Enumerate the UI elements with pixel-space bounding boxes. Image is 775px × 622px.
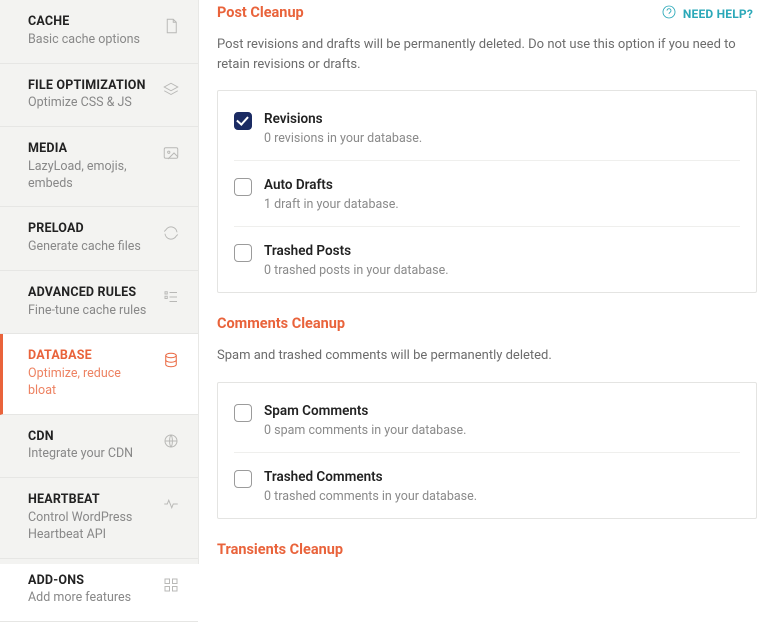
row-label: Auto Drafts	[264, 177, 399, 193]
row-spam-comments: Spam Comments 0 spam comments in your da…	[234, 387, 740, 453]
sidebar-item-cdn[interactable]: CDN Integrate your CDN	[0, 415, 198, 479]
checkbox-spam-comments[interactable]	[234, 404, 252, 422]
grid-icon	[162, 576, 180, 594]
row-sub: 0 trashed comments in your database.	[264, 489, 477, 504]
sidebar-item-media[interactable]: MEDIA LazyLoad, emojis, embeds	[0, 127, 198, 207]
sidebar-item-title: MEDIA	[28, 141, 154, 157]
sidebar-item-title: ADVANCED RULES	[28, 285, 154, 301]
globe-icon	[162, 432, 180, 450]
sidebar-item-desc: Optimize, reduce bloat	[28, 366, 148, 400]
section-desc: Spam and trashed comments will be perman…	[217, 346, 737, 366]
row-sub: 0 spam comments in your database.	[264, 423, 466, 438]
help-icon	[661, 4, 677, 23]
sidebar-item-title: PRELOAD	[28, 221, 154, 237]
checkbox-auto-drafts[interactable]	[234, 178, 252, 196]
sidebar-item-desc: Add more features	[28, 590, 148, 607]
sidebar-item-desc: Fine-tune cache rules	[28, 303, 148, 320]
sidebar-item-desc: Control WordPress Heartbeat API	[28, 510, 148, 544]
main-content: NEED HELP? Post Cleanup Post revisions a…	[199, 0, 775, 564]
row-label: Spam Comments	[264, 403, 466, 419]
row-sub: 0 trashed posts in your database.	[264, 263, 449, 278]
sidebar-item-advanced-rules[interactable]: ADVANCED RULES Fine-tune cache rules	[0, 271, 198, 335]
need-help-link[interactable]: NEED HELP?	[661, 4, 753, 23]
sidebar-item-title: FILE OPTIMIZATION	[28, 78, 154, 94]
sidebar-item-title: DATABASE	[28, 348, 154, 364]
help-label: NEED HELP?	[683, 7, 753, 21]
layers-icon	[162, 81, 180, 99]
sidebar-item-desc: Generate cache files	[28, 239, 148, 256]
sidebar-item-database[interactable]: DATABASE Optimize, reduce bloat	[0, 334, 198, 414]
sidebar: CACHE Basic cache options FILE OPTIMIZAT…	[0, 0, 199, 564]
row-trashed-comments: Trashed Comments 0 trashed comments in y…	[234, 453, 740, 518]
row-sub: 0 revisions in your database.	[264, 131, 422, 146]
sidebar-item-desc: Optimize CSS & JS	[28, 95, 148, 112]
file-icon	[162, 17, 180, 35]
list-icon	[162, 288, 180, 306]
sidebar-item-desc: Basic cache options	[28, 32, 148, 49]
image-icon	[162, 144, 180, 162]
sidebar-item-file-optimization[interactable]: FILE OPTIMIZATION Optimize CSS & JS	[0, 64, 198, 128]
sidebar-item-title: ADD-ONS	[28, 573, 154, 589]
row-revisions: Revisions 0 revisions in your database.	[234, 95, 740, 161]
database-icon	[162, 351, 180, 369]
checkbox-revisions[interactable]	[234, 112, 252, 130]
panel-comments-cleanup: Spam Comments 0 spam comments in your da…	[217, 382, 757, 519]
sidebar-item-preload[interactable]: PRELOAD Generate cache files	[0, 207, 198, 271]
row-label: Trashed Posts	[264, 243, 449, 259]
row-trashed-posts: Trashed Posts 0 trashed posts in your da…	[234, 227, 740, 292]
refresh-icon	[162, 224, 180, 242]
checkbox-trashed-posts[interactable]	[234, 244, 252, 262]
sidebar-item-cache[interactable]: CACHE Basic cache options	[0, 0, 198, 64]
checkbox-trashed-comments[interactable]	[234, 470, 252, 488]
row-auto-drafts: Auto Drafts 1 draft in your database.	[234, 161, 740, 227]
section-transients-cleanup: Transients Cleanup	[217, 541, 757, 558]
sidebar-item-title: HEARTBEAT	[28, 492, 154, 508]
sidebar-item-desc: Integrate your CDN	[28, 446, 148, 463]
section-comments-cleanup: Comments Cleanup Spam and trashed commen…	[217, 315, 757, 519]
row-sub: 1 draft in your database.	[264, 197, 399, 212]
sidebar-item-desc: LazyLoad, emojis, embeds	[28, 159, 148, 193]
heartbeat-icon	[162, 495, 180, 513]
row-label: Trashed Comments	[264, 469, 477, 485]
section-title: Transients Cleanup	[217, 541, 757, 558]
section-post-cleanup: Post Cleanup Post revisions and drafts w…	[217, 4, 757, 293]
sidebar-item-title: CDN	[28, 429, 154, 445]
section-desc: Post revisions and drafts will be perman…	[217, 35, 737, 74]
sidebar-item-title: CACHE	[28, 14, 154, 30]
sidebar-item-addons[interactable]: ADD-ONS Add more features	[0, 559, 198, 622]
row-label: Revisions	[264, 111, 422, 127]
sidebar-item-heartbeat[interactable]: HEARTBEAT Control WordPress Heartbeat AP…	[0, 478, 198, 558]
panel-post-cleanup: Revisions 0 revisions in your database. …	[217, 90, 757, 293]
section-title: Comments Cleanup	[217, 315, 757, 332]
